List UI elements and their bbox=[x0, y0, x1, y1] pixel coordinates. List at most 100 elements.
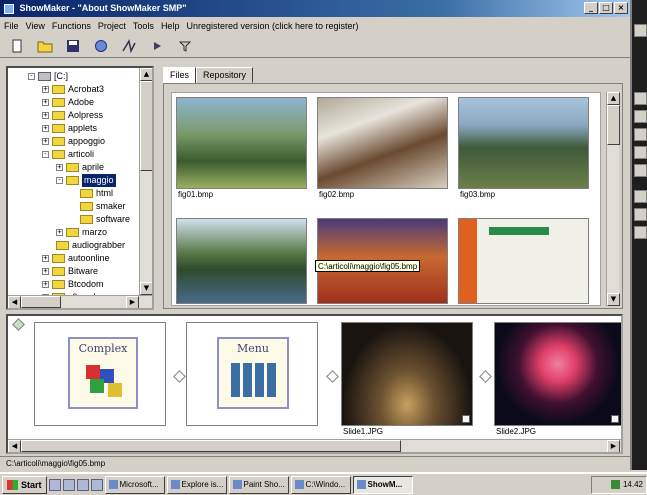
taskbar-button-active[interactable]: ShowM... bbox=[352, 475, 413, 494]
strip-horizontal-scrollbar[interactable]: ◀ ▶ bbox=[8, 439, 621, 452]
taskbar-button[interactable]: Explore is... bbox=[166, 475, 227, 494]
taskbar-button[interactable]: Microsoft... bbox=[104, 475, 165, 494]
tree-item[interactable]: + applets bbox=[42, 122, 97, 135]
scroll-thumb[interactable] bbox=[607, 105, 620, 145]
expand-icon[interactable]: + bbox=[42, 99, 49, 106]
tree-item[interactable]: - articoli bbox=[42, 148, 94, 161]
tree-item[interactable]: + Aolpress bbox=[42, 109, 103, 122]
taskbar-button[interactable]: Paint Sho... bbox=[228, 475, 289, 494]
file-thumbnail[interactable]: fig02.bmp bbox=[317, 97, 448, 201]
menu-help[interactable]: Help bbox=[161, 21, 180, 31]
quicklaunch-icon[interactable] bbox=[76, 478, 89, 491]
transition-marker[interactable] bbox=[173, 370, 186, 383]
quicklaunch-icon[interactable] bbox=[62, 478, 75, 491]
desktop-icon[interactable] bbox=[634, 24, 647, 37]
scroll-up-button[interactable]: ▲ bbox=[140, 68, 152, 81]
desktop-icon[interactable] bbox=[634, 128, 647, 141]
scroll-left-button[interactable]: ◀ bbox=[8, 296, 21, 308]
slide-link-icon[interactable] bbox=[462, 415, 470, 423]
desktop-icon[interactable] bbox=[634, 110, 647, 123]
collapse-icon[interactable]: - bbox=[28, 73, 35, 80]
tab-files[interactable]: Files bbox=[163, 67, 197, 84]
expand-icon[interactable]: + bbox=[42, 268, 49, 275]
play-icon[interactable] bbox=[148, 37, 166, 55]
tree-horizontal-scrollbar[interactable]: ◀ ▶ bbox=[8, 295, 152, 308]
menu-register-link[interactable]: Unregistered version (click here to regi… bbox=[186, 21, 358, 31]
expand-icon[interactable]: + bbox=[42, 86, 49, 93]
file-thumbnail[interactable] bbox=[458, 218, 589, 304]
quicklaunch-icon[interactable] bbox=[48, 478, 61, 491]
file-thumbnail[interactable]: fig01.bmp bbox=[176, 97, 307, 201]
desktop-icon[interactable] bbox=[634, 146, 647, 159]
close-button[interactable]: × bbox=[614, 2, 628, 14]
start-button[interactable]: Start bbox=[2, 475, 47, 494]
tree-item[interactable]: + appoggio bbox=[42, 135, 105, 148]
tree-item[interactable]: + Bitware bbox=[42, 265, 98, 278]
globe-icon[interactable] bbox=[92, 37, 110, 55]
slide-thumbnail[interactable]: Menu bbox=[186, 322, 318, 426]
menu-project[interactable]: Project bbox=[98, 21, 126, 31]
transition-marker[interactable] bbox=[479, 370, 492, 383]
scroll-down-button[interactable]: ▼ bbox=[140, 282, 152, 295]
tree-item[interactable]: + Adobe bbox=[42, 96, 94, 109]
tree-item[interactable]: + Btcodom bbox=[42, 278, 104, 291]
scroll-thumb[interactable] bbox=[140, 81, 152, 171]
quicklaunch-icon[interactable] bbox=[90, 478, 103, 491]
tree-root[interactable]: - [C:] bbox=[28, 70, 68, 83]
scroll-thumb[interactable] bbox=[21, 296, 61, 308]
clock[interactable]: 14.42 bbox=[623, 477, 643, 493]
desktop-icon[interactable] bbox=[634, 208, 647, 221]
tab-repository[interactable]: Repository bbox=[196, 67, 254, 83]
collapse-icon[interactable]: - bbox=[56, 177, 63, 184]
scroll-thumb[interactable] bbox=[21, 440, 401, 452]
menu-tools[interactable]: Tools bbox=[133, 21, 154, 31]
expand-icon[interactable]: + bbox=[56, 229, 63, 236]
menu-functions[interactable]: Functions bbox=[52, 21, 91, 31]
tree-vertical-scrollbar[interactable]: ▲ ▼ bbox=[139, 68, 152, 295]
desktop-icon[interactable] bbox=[634, 226, 647, 239]
new-doc-icon[interactable] bbox=[8, 37, 26, 55]
expand-icon[interactable]: + bbox=[42, 112, 49, 119]
transition-marker[interactable] bbox=[326, 370, 339, 383]
desktop-icon[interactable] bbox=[634, 190, 647, 203]
scroll-down-button[interactable]: ▼ bbox=[607, 293, 620, 306]
expand-icon[interactable]: + bbox=[42, 125, 49, 132]
expand-icon[interactable]: + bbox=[42, 255, 49, 262]
collapse-icon[interactable]: - bbox=[42, 151, 49, 158]
desktop-icon[interactable] bbox=[634, 92, 647, 105]
expand-icon[interactable]: + bbox=[42, 138, 49, 145]
desktop-icon[interactable] bbox=[634, 164, 647, 177]
files-vertical-scrollbar[interactable]: ▲ ▼ bbox=[606, 92, 620, 306]
tree-item[interactable]: software bbox=[80, 213, 130, 226]
tree-item[interactable]: audiograbber bbox=[56, 239, 125, 252]
tree-item-selected[interactable]: - maggio bbox=[56, 174, 116, 187]
slide-link-icon[interactable] bbox=[611, 415, 619, 423]
filter-icon[interactable] bbox=[176, 37, 194, 55]
open-folder-icon[interactable] bbox=[36, 37, 54, 55]
slide-thumbnail[interactable] bbox=[494, 322, 621, 426]
scroll-up-button[interactable]: ▲ bbox=[607, 92, 620, 105]
scroll-right-button[interactable]: ▶ bbox=[126, 296, 139, 308]
scroll-left-button[interactable]: ◀ bbox=[8, 440, 21, 452]
slide-thumbnail[interactable]: Complex bbox=[34, 322, 166, 426]
wand-icon[interactable] bbox=[120, 37, 138, 55]
tree-item[interactable]: + aprile bbox=[56, 161, 104, 174]
maximize-button[interactable]: □ bbox=[599, 2, 613, 14]
tree-item[interactable]: smaker bbox=[80, 200, 126, 213]
tree-item[interactable]: + autoonline bbox=[42, 252, 110, 265]
menu-view[interactable]: View bbox=[26, 21, 45, 31]
tree-item[interactable]: html bbox=[80, 187, 113, 200]
tray-icon[interactable] bbox=[610, 480, 620, 489]
slide-thumbnail[interactable] bbox=[341, 322, 473, 426]
minimize-button[interactable]: _ bbox=[584, 2, 598, 14]
save-icon[interactable] bbox=[64, 37, 82, 55]
tree-item[interactable]: + marzo bbox=[56, 226, 107, 239]
taskbar-button[interactable]: C:\Windo... bbox=[290, 475, 351, 494]
expand-icon[interactable]: + bbox=[42, 281, 49, 288]
menu-file[interactable]: File bbox=[4, 21, 19, 31]
expand-icon[interactable]: + bbox=[56, 164, 63, 171]
scroll-right-button[interactable]: ▶ bbox=[607, 440, 620, 452]
file-thumbnail[interactable]: fig03.bmp bbox=[458, 97, 589, 201]
tree-item[interactable]: + Acrobat3 bbox=[42, 83, 104, 96]
file-thumbnail[interactable] bbox=[176, 218, 307, 304]
